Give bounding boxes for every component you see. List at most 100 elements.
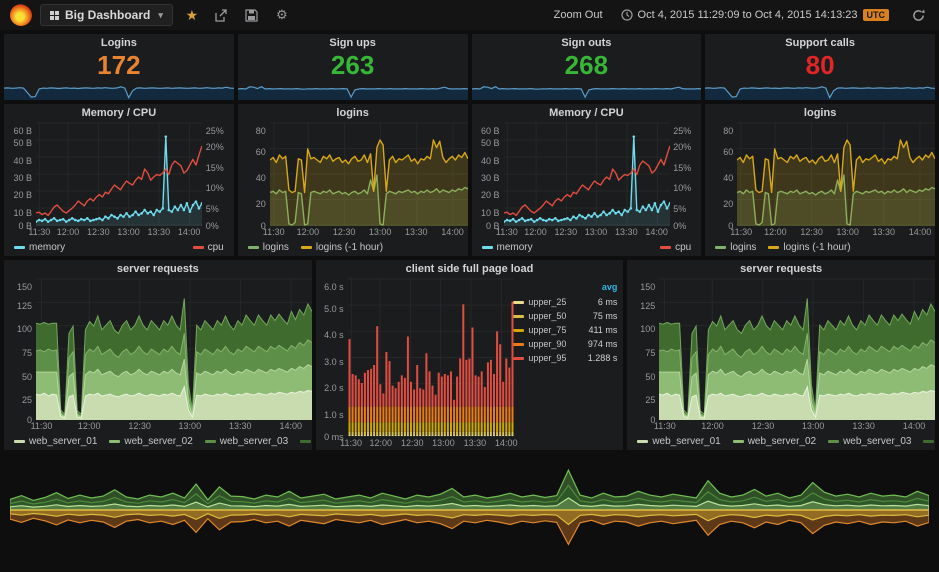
time-range-picker[interactable]: Oct 4, 2015 11:29:09 to Oct 4, 2015 14:1… (621, 9, 889, 21)
x-axis: 11:3012:0012:3013:0013:3014:00 (270, 226, 468, 239)
time-tick: 13:30 (464, 438, 487, 448)
legend-item-web_server_02[interactable]: web_server_02 (733, 436, 816, 447)
time-tick: 12:30 (128, 421, 151, 431)
axis-tick: 75 (645, 348, 655, 358)
dashboard-picker-button[interactable]: Big Dashboard ▾ (40, 4, 173, 26)
legend-item-web_server_01[interactable]: web_server_01 (14, 436, 97, 447)
legend-label: web_server_02 (124, 436, 192, 447)
axis-tick: 80 (256, 126, 266, 136)
legend-item-upper_25[interactable]: upper_256 ms (513, 295, 617, 309)
dashboard-body: Logins 172 Sign ups 263 Sign outs 268 Su… (0, 30, 939, 570)
legend-item-web_server_04[interactable]: web_server_04 (300, 436, 312, 447)
share-icon[interactable] (211, 4, 233, 26)
dashboard-grid-icon (50, 11, 59, 20)
legend-label: web_server_02 (748, 436, 816, 447)
panel-title[interactable]: server requests (627, 260, 935, 278)
legend-item-web_server_04[interactable]: web_server_04 (923, 436, 935, 447)
server-requests-plot[interactable] (659, 278, 935, 420)
time-tick: 11:30 (28, 227, 50, 237)
legend-color-icon (637, 440, 648, 443)
axis-tick: 40 B (13, 156, 32, 166)
zoom-out-button[interactable]: Zoom Out (554, 9, 603, 21)
y-axis-right: 0%5%10%15%20%25% (202, 122, 234, 226)
time-tick: 12:00 (370, 438, 393, 448)
server-requests-plot[interactable] (36, 278, 312, 420)
time-tick: 13:30 (852, 421, 875, 431)
save-icon[interactable] (241, 4, 263, 26)
axis-tick: 30 B (481, 173, 500, 183)
legend-item-logins[interactable]: logins (715, 242, 756, 253)
axis-tick: 40 B (481, 156, 500, 166)
panel-title[interactable]: server requests (4, 260, 312, 278)
legend-color-icon (513, 301, 524, 304)
stat-panel-support-calls: Support calls 80 (705, 34, 935, 100)
logins-plot[interactable] (270, 122, 468, 226)
panel-title[interactable]: Memory / CPU (472, 104, 702, 122)
page-load-plot[interactable] (348, 278, 514, 437)
time-tick: 13:00 (432, 438, 455, 448)
axis-tick: 25 (22, 395, 32, 405)
legend-label: upper_90 (528, 339, 583, 349)
sparkline (238, 78, 468, 100)
refresh-icon[interactable] (907, 4, 929, 26)
legend-avg-value: 1.288 s (588, 353, 618, 363)
legend-item-logins[interactable]: logins (248, 242, 289, 253)
time-tick: 14:00 (495, 438, 518, 448)
axis-tick: 10 B (481, 208, 500, 218)
legend-item-cpu[interactable]: cpu (660, 242, 691, 253)
axis-tick: 20 B (481, 190, 500, 200)
legend-avg-value: 411 ms (588, 325, 617, 335)
axis-tick: 1.0 s (324, 410, 344, 420)
time-tick: 11:30 (31, 421, 53, 431)
panel-title[interactable]: client side full page load (316, 260, 624, 278)
legend-avg-value: 75 ms (593, 311, 618, 321)
legend-item-web_server_01[interactable]: web_server_01 (637, 436, 720, 447)
legend-item-logins (-1 hour)[interactable]: logins (-1 hour) (301, 242, 383, 253)
y-axis-left: 020406080 (705, 122, 737, 226)
stream-row (4, 454, 935, 566)
time-tick: 12:00 (524, 227, 547, 237)
legend-label: cpu (208, 242, 224, 253)
axis-tick: 50 B (13, 138, 32, 148)
legend-color-icon (14, 440, 25, 443)
stream-plot[interactable] (10, 454, 929, 566)
x-axis: 11:3012:0012:3013:0013:3014:00 (504, 226, 670, 239)
time-tick: 12:30 (87, 227, 110, 237)
panel-title[interactable]: Memory / CPU (4, 104, 234, 122)
memory-cpu-plot[interactable] (36, 122, 202, 226)
time-tick: 14:00 (279, 421, 302, 431)
grafana-logo-icon[interactable] (10, 4, 32, 26)
axis-tick: 10% (206, 183, 224, 193)
axis-tick: 5.0 s (324, 304, 344, 314)
legend-item-logins (-1 hour)[interactable]: logins (-1 hour) (768, 242, 850, 253)
legend-item-cpu[interactable]: cpu (193, 242, 224, 253)
legend-item-web_server_03[interactable]: web_server_03 (828, 436, 911, 447)
memory-cpu-plot[interactable] (504, 122, 670, 226)
legend-color-icon (482, 246, 493, 249)
legend-item-upper_50[interactable]: upper_5075 ms (513, 309, 617, 323)
graphs-row-1: Memory / CPU 0 B10 B20 B30 B40 B50 B60 B… (4, 104, 935, 256)
legend-item-memory[interactable]: memory (482, 242, 533, 253)
logins-plot[interactable] (737, 122, 935, 226)
legend-item-web_server_03[interactable]: web_server_03 (205, 436, 288, 447)
y-axis-left: 020406080 (238, 122, 270, 226)
legend-color-icon (301, 246, 312, 249)
axis-tick: 10 B (13, 208, 32, 218)
legend-label: logins (263, 242, 289, 253)
top-navbar: Big Dashboard ▾ ★ ⚙ Zoom Out Oct 4, 2015… (0, 0, 939, 30)
legend-item-upper_90[interactable]: upper_90974 ms (513, 337, 617, 351)
chevron-down-icon: ▾ (158, 10, 163, 21)
axis-tick: 25 (645, 395, 655, 405)
legend-color-icon (513, 357, 524, 360)
star-icon[interactable]: ★ (181, 4, 203, 26)
legend-item-web_server_02[interactable]: web_server_02 (109, 436, 192, 447)
axis-tick: 75 (22, 348, 32, 358)
legend-item-upper_75[interactable]: upper_75411 ms (513, 323, 617, 337)
legend-item-upper_95[interactable]: upper_951.288 s (513, 351, 617, 365)
gear-icon[interactable]: ⚙ (271, 4, 293, 26)
legend-item-memory[interactable]: memory (14, 242, 65, 253)
panel-title[interactable]: logins (705, 104, 935, 122)
grafana-dashboard: Big Dashboard ▾ ★ ⚙ Zoom Out Oct 4, 2015… (0, 0, 939, 572)
panel-title[interactable]: logins (238, 104, 468, 122)
axis-tick: 10% (673, 183, 691, 193)
